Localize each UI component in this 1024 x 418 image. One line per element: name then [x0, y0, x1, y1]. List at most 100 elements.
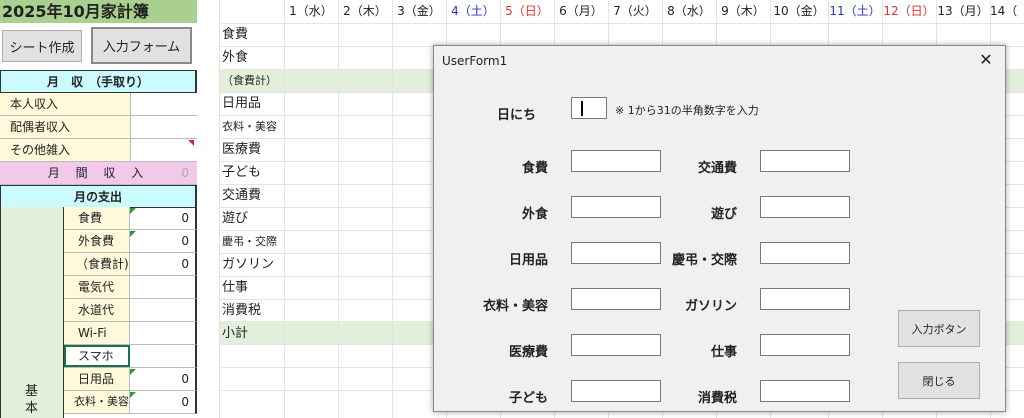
day-header[interactable]: 1（水） — [284, 0, 338, 23]
transport-input[interactable] — [760, 150, 850, 172]
income-label: 配偶者収入 — [0, 116, 131, 138]
expense-value[interactable] — [130, 299, 195, 321]
budget-sheet-panel: 2025年10月家計簿 シート作成 入力フォーム 月 収 （手取り） 本人収入 … — [0, 0, 197, 418]
category-label: 小計 — [222, 326, 249, 341]
day-header[interactable]: 14（ — [990, 0, 1024, 23]
sheet-create-button[interactable]: シート作成 — [2, 30, 82, 62]
sheet-title: 2025年10月家計簿 — [0, 0, 197, 23]
day-label: 日にち — [496, 108, 536, 123]
income-header: 月 収 （手取り） — [0, 70, 197, 93]
expense-value[interactable]: 0 — [130, 391, 195, 413]
field-label-daily-goods: 日用品 — [508, 253, 548, 268]
expense-row[interactable]: 食費 0 — [64, 207, 197, 230]
monthly-income-label: 月 間 収 入 — [47, 166, 150, 180]
category-label: 消費税 — [222, 303, 262, 318]
category-label: 医療費 — [222, 142, 262, 157]
income-value-cell[interactable] — [131, 93, 195, 115]
field-label-children: 子ども — [508, 391, 548, 406]
input-form-button[interactable]: 入力フォーム — [91, 27, 192, 64]
expense-label: 衣料・美容 — [64, 391, 130, 413]
field-label-food: 食費 — [521, 161, 548, 176]
category-label: 衣料・美容 — [222, 120, 277, 133]
expense-value[interactable] — [130, 322, 195, 344]
dialog-title: UserForm1 — [442, 54, 508, 68]
basic-group-label: 基 本 — [25, 384, 39, 416]
day-header[interactable]: 2（木） — [338, 0, 392, 23]
field-label-work: 仕事 — [710, 345, 737, 360]
consumption-tax-input[interactable] — [760, 380, 850, 402]
day-header[interactable]: 10（金） — [770, 0, 828, 23]
work-input[interactable] — [760, 334, 850, 356]
formula-indicator — [130, 392, 136, 398]
day-header-saturday[interactable]: 4（土） — [446, 0, 500, 23]
expense-value[interactable]: 0 — [130, 207, 195, 229]
day-header[interactable]: 7（火） — [608, 0, 662, 23]
day-input-note: ※ 1から31の半角数字を入力 — [615, 104, 759, 117]
day-header-sunday[interactable]: 12（日） — [882, 0, 936, 23]
income-row[interactable]: その他雑入 — [0, 139, 197, 162]
expense-value[interactable] — [130, 276, 195, 298]
expense-header: 月の支出 — [0, 185, 197, 208]
field-label-clothing-beauty: 衣料・美容 — [482, 299, 548, 314]
category-label: 子ども — [222, 165, 262, 180]
category-label: 交通費 — [222, 188, 262, 203]
expense-row[interactable]: 外食費 0 — [64, 230, 197, 253]
field-label-medical: 医療費 — [508, 345, 548, 360]
day-header[interactable]: 9（木） — [716, 0, 770, 23]
category-label: 遊び — [222, 211, 249, 226]
field-label-eating-out: 外食 — [521, 207, 548, 222]
expense-value[interactable] — [130, 345, 195, 367]
day-header-sunday[interactable]: 5（日） — [500, 0, 554, 23]
expense-label: 日用品 — [64, 368, 130, 390]
field-label-transport: 交通費 — [697, 161, 737, 176]
comment-indicator — [188, 140, 194, 146]
expense-row[interactable]: 水道代 — [64, 299, 197, 322]
expense-label-selected[interactable]: スマホ — [64, 345, 130, 367]
close-icon[interactable]: ✕ — [977, 50, 995, 69]
expense-row[interactable]: スマホ — [64, 345, 197, 368]
formula-indicator — [130, 369, 136, 375]
expense-row[interactable]: Wi-Fi — [64, 322, 197, 345]
userform-dialog: UserForm1 ✕ 日にち ※ 1から31の半角数字を入力 食費 外食 日用… — [433, 45, 1006, 412]
income-row[interactable]: 本人収入 — [0, 93, 197, 116]
gasoline-input[interactable] — [760, 288, 850, 310]
income-row[interactable]: 配偶者収入 — [0, 116, 197, 139]
monthly-income-total: 月 間 収 入 0 — [0, 162, 197, 185]
category-label: 慶弔・交際 — [222, 235, 277, 248]
field-label-leisure: 遊び — [710, 207, 737, 222]
income-value-cell[interactable] — [131, 116, 195, 138]
expense-label: Wi-Fi — [64, 322, 130, 344]
income-value-cell[interactable] — [131, 139, 195, 161]
category-label: 日用品 — [222, 96, 262, 111]
formula-indicator — [130, 231, 136, 237]
expense-label: 電気代 — [64, 276, 130, 298]
day-header-saturday[interactable]: 11（土） — [828, 0, 882, 23]
expense-row[interactable]: 衣料・美容 0 — [64, 391, 197, 414]
expense-label: 外食費 — [64, 230, 130, 252]
day-header[interactable]: 13（月） — [936, 0, 990, 23]
expense-row[interactable]: 電気代 — [64, 276, 197, 299]
expense-label: （食費計) — [64, 253, 130, 275]
basic-expense-group: 基 本 — [0, 207, 64, 418]
leisure-input[interactable] — [760, 196, 850, 218]
expense-value[interactable]: 0 — [130, 230, 195, 252]
day-header[interactable]: 8（水） — [662, 0, 716, 23]
close-button[interactable]: 閉じる — [898, 362, 980, 399]
social-input[interactable] — [760, 242, 850, 264]
field-label-consumption-tax: 消費税 — [697, 391, 737, 406]
field-label-gasoline: ガソリン — [684, 299, 737, 314]
expense-value[interactable]: 0 — [130, 368, 195, 390]
expense-row[interactable]: 日用品 0 — [64, 368, 197, 391]
category-label: 外食 — [222, 50, 249, 65]
income-label: 本人収入 — [0, 93, 131, 115]
day-input[interactable] — [571, 97, 607, 119]
expense-label: 食費 — [64, 207, 130, 229]
day-header[interactable]: 3（金） — [392, 0, 446, 23]
day-header[interactable]: 6（月） — [554, 0, 608, 23]
category-label: ガソリン — [222, 257, 275, 272]
expense-label: 水道代 — [64, 299, 130, 321]
expense-value[interactable]: 0 — [130, 253, 195, 275]
expense-row[interactable]: （食費計) 0 — [64, 253, 197, 276]
category-label: 仕事 — [222, 280, 249, 295]
input-button[interactable]: 入力ボタン — [898, 310, 980, 347]
